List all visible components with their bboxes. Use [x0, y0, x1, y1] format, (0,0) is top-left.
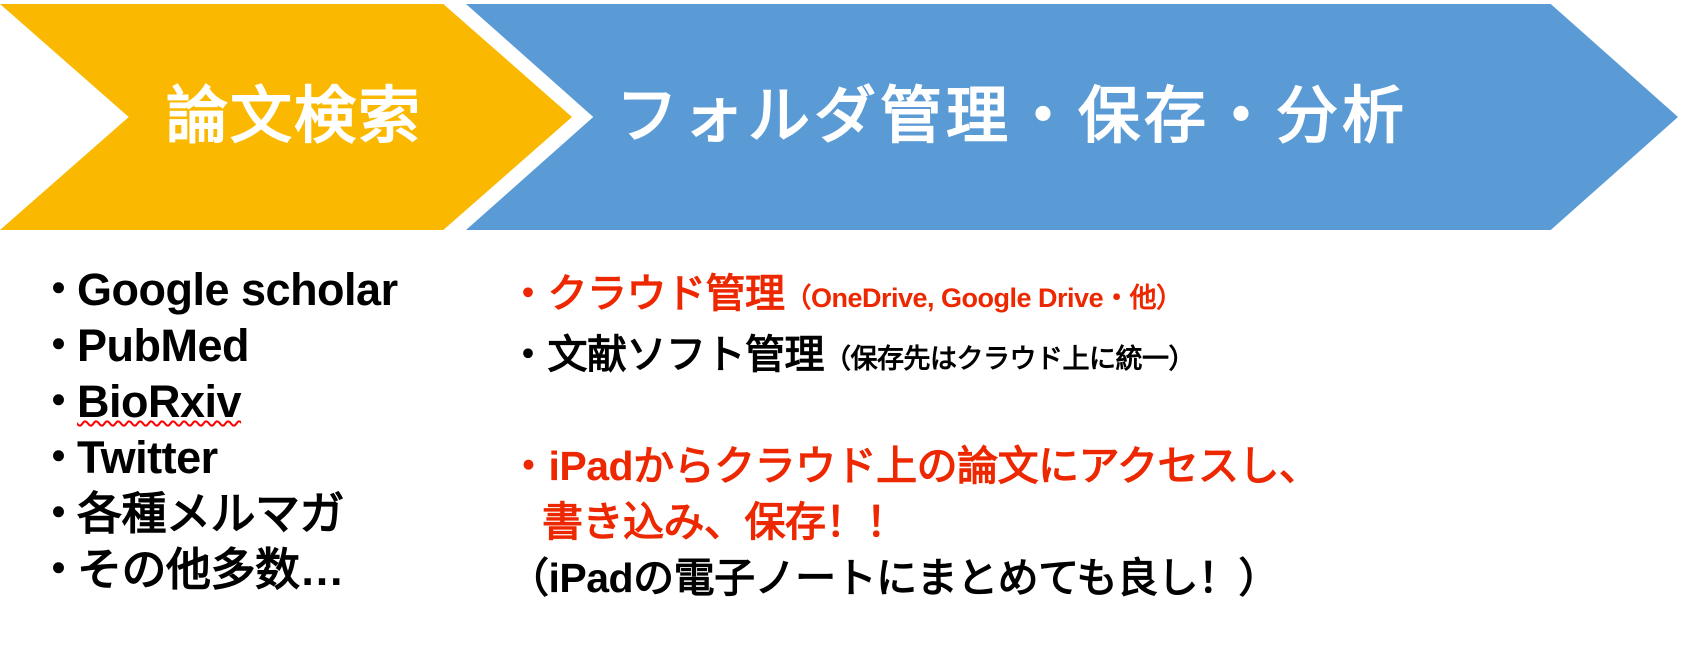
note-main-text: 文献ソフト管理	[547, 333, 825, 377]
bullet-icon: ・	[36, 488, 81, 539]
list-item-label-misspelled: BioRxiv	[77, 376, 242, 427]
list-item-label: PubMed	[77, 320, 250, 371]
note-line-ipad-access: ・iPadからクラウド上の論文にアクセスし、	[508, 438, 1668, 494]
note-text: （iPadの電子ノートにまとめても良し！）	[508, 555, 1280, 601]
list-item: ・その他多数…	[36, 542, 506, 598]
list-item: ・Twitter	[36, 430, 506, 486]
management-notes-list: ・クラウド管理（OneDrive, Google Drive・他） ・文献ソフト…	[508, 268, 1668, 606]
list-item-label: Google scholar	[77, 264, 398, 315]
note-sub-text: （OneDrive, Google Drive・他）	[784, 283, 1184, 313]
search-sources-list: ・Google scholar ・PubMed ・BioRxiv ・Twitte…	[36, 262, 506, 598]
note-line-cloud-management: ・クラウド管理（OneDrive, Google Drive・他）	[508, 268, 1668, 329]
note-line-reference-software: ・文献ソフト管理（保存先はクラウド上に統一）	[508, 329, 1668, 390]
note-spacer	[508, 390, 1668, 438]
bullet-icon: ・	[36, 432, 81, 483]
note-text: ・iPadからクラウド上の論文にアクセスし、	[508, 443, 1320, 489]
list-item-label: 各種メルマガ	[77, 488, 345, 539]
slide-canvas: 論文検索 フォルダ管理・保存・分析 ・Google scholar ・PubMe…	[0, 0, 1682, 656]
banner-label-paper-search: 論文検索	[165, 82, 422, 151]
note-line-ipad-notebook: （iPadの電子ノートにまとめても良し！）	[508, 550, 1668, 606]
list-item: ・Google scholar	[36, 262, 506, 318]
banner-label-folder-management: フォルダ管理・保存・分析	[616, 82, 1409, 151]
bullet-icon: ・	[508, 333, 548, 377]
banner-chevron-paper-search: 論文検索	[0, 4, 572, 230]
bullet-icon: ・	[36, 544, 81, 595]
list-item-label: Twitter	[77, 432, 218, 483]
bullet-icon: ・	[508, 272, 548, 316]
content-area: ・Google scholar ・PubMed ・BioRxiv ・Twitte…	[0, 262, 1682, 656]
banner-chevron-folder-management: フォルダ管理・保存・分析	[466, 4, 1678, 230]
note-line-ipad-write-save: 書き込み、保存！！	[508, 494, 1668, 550]
list-item: ・PubMed	[36, 318, 506, 374]
list-item-label: その他多数…	[77, 544, 345, 595]
list-item: ・各種メルマガ	[36, 486, 506, 542]
bullet-icon: ・	[36, 264, 81, 315]
bullet-icon: ・	[36, 320, 81, 371]
list-item: ・BioRxiv	[36, 374, 506, 430]
note-text: 書き込み、保存！！	[542, 499, 907, 545]
bullet-icon: ・	[36, 376, 81, 427]
note-main-text: クラウド管理	[547, 272, 786, 316]
note-sub-text: （保存先はクラウド上に統一）	[824, 344, 1196, 374]
